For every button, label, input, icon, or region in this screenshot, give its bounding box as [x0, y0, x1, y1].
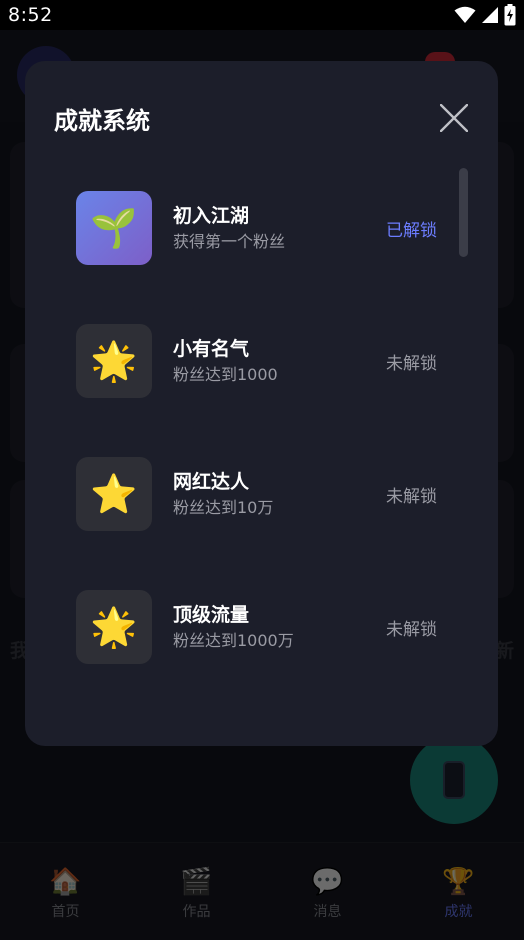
achievement-name: 小有名气 [173, 338, 250, 360]
seedling-icon: 🌱 [76, 191, 152, 265]
signal-icon [482, 7, 498, 23]
achievement-description: 粉丝达到10万 [173, 498, 274, 517]
achievement-description: 获得第一个粉丝 [173, 232, 286, 251]
achievement-status: 未解锁 [386, 353, 437, 374]
status-icons [454, 4, 516, 26]
achievement-status: 未解锁 [386, 486, 437, 507]
achievement-item[interactable]: ⭐ 网红达人 粉丝达到10万 未解锁 [76, 456, 446, 532]
star-icon: ⭐ [76, 457, 152, 531]
battery-charging-icon [504, 4, 516, 26]
achievement-status: 已解锁 [386, 220, 437, 241]
achievement-text: 顶级流量 粉丝达到1000万 [173, 603, 386, 651]
achievement-item[interactable]: 🌱 初入江湖 获得第一个粉丝 已解锁 [76, 190, 446, 266]
scrollbar[interactable] [459, 168, 468, 257]
achievement-description: 粉丝达到1000万 [173, 631, 294, 650]
achievement-name: 顶级流量 [173, 604, 250, 626]
achievement-description: 粉丝达到1000 [173, 365, 278, 384]
dialog-title: 成就系统 [54, 107, 150, 135]
achievement-text: 初入江湖 获得第一个粉丝 [173, 204, 386, 252]
achievement-name: 初入江湖 [173, 205, 250, 227]
achievement-text: 网红达人 粉丝达到10万 [173, 470, 386, 518]
achievement-name: 网红达人 [173, 471, 250, 493]
achievement-item[interactable]: 🌟 小有名气 粉丝达到1000 未解锁 [76, 323, 446, 399]
achievement-status: 未解锁 [386, 619, 437, 640]
sparkle-star-icon: 🌟 [76, 324, 152, 398]
sparkle-star-icon: 🌟 [76, 590, 152, 664]
status-time: 8:52 [8, 4, 53, 26]
close-button[interactable] [433, 97, 475, 139]
status-bar: 8:52 [0, 0, 524, 30]
achievements-dialog: 成就系统 🌱 初入江湖 获得第一个粉丝 已解锁 🌟 小有名气 粉丝达到1000 … [25, 61, 498, 746]
close-icon [440, 104, 468, 132]
achievement-text: 小有名气 粉丝达到1000 [173, 337, 386, 385]
wifi-icon [454, 6, 476, 23]
achievement-item[interactable]: 🌟 顶级流量 粉丝达到1000万 未解锁 [76, 589, 446, 665]
